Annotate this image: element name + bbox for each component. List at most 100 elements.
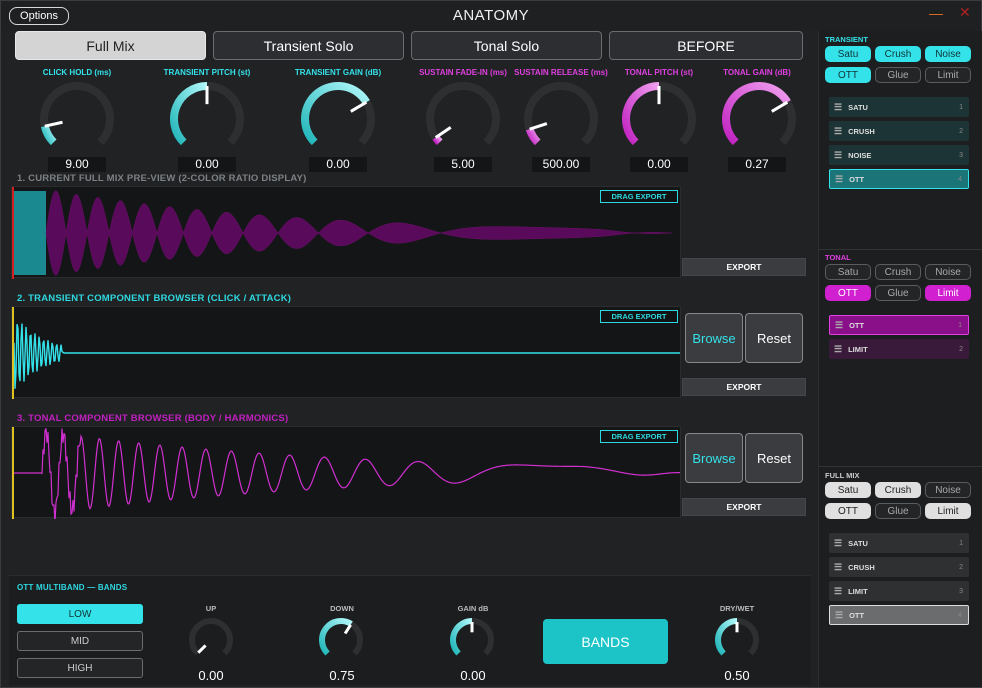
fx-toggle-glue[interactable]: Glue (875, 285, 921, 301)
fx-toggle-crush[interactable]: Crush (875, 264, 921, 280)
band-mid-button[interactable]: MID (17, 631, 143, 651)
transient-block (14, 191, 46, 275)
ott-drywet-value[interactable]: 0.50 (697, 668, 777, 683)
tonal-gain-knob[interactable] (719, 79, 799, 159)
tonal-browse-button[interactable]: Browse (685, 433, 743, 483)
chain-item-label: SATU (848, 538, 868, 548)
ott-gain-value[interactable]: 0.00 (433, 668, 513, 683)
transient-pitch-value[interactable]: 0.00 (178, 157, 236, 172)
click-hold-value[interactable]: 9.00 (48, 157, 106, 172)
start-marker (12, 187, 14, 279)
chain-item-limit[interactable]: ☰ LIMIT 3 (829, 581, 969, 601)
band-high-button[interactable]: HIGH (17, 658, 143, 678)
knob-track (40, 82, 114, 146)
chain-item-noise[interactable]: ☰ NOISE 3 (829, 145, 969, 165)
sustain-release-value[interactable]: 500.00 (532, 157, 590, 172)
fx-toggle-glue[interactable]: Glue (875, 67, 921, 83)
chain-item-index: 4 (958, 175, 962, 183)
drag-handle-icon[interactable]: ☰ (834, 562, 842, 573)
tonal-reset-button[interactable]: Reset (745, 433, 803, 483)
fx-toggle-noise[interactable]: Noise (925, 264, 971, 280)
chain-item-label: NOISE (848, 150, 872, 160)
panel-divider (818, 249, 982, 250)
drag-handle-icon[interactable]: ☰ (834, 126, 842, 137)
fx-toggle-crush[interactable]: Crush (875, 46, 921, 62)
chain-item-index: 1 (959, 539, 963, 547)
close-icon[interactable]: ✕ (959, 4, 971, 21)
ott-up-value[interactable]: 0.00 (171, 668, 251, 683)
full-mix-waveform-panel[interactable] (11, 186, 681, 279)
fx-toggle-limit[interactable]: Limit (925, 285, 971, 301)
knob-pointer (197, 644, 207, 654)
transient-export-button[interactable]: EXPORT (682, 378, 806, 396)
full-mix-drag-export[interactable]: DRAG EXPORT (600, 190, 678, 203)
minimize-icon[interactable]: — (929, 5, 943, 21)
transient-gain-knob[interactable] (298, 79, 378, 159)
drag-handle-icon[interactable]: ☰ (835, 320, 843, 331)
chain-item-crush[interactable]: ☰ CRUSH 2 (829, 121, 969, 141)
chain-item-satu[interactable]: ☰ SATU 1 (829, 533, 969, 553)
tab-before[interactable]: BEFORE (609, 31, 803, 60)
drag-handle-icon[interactable]: ☰ (834, 538, 842, 549)
drag-handle-icon[interactable]: ☰ (834, 150, 842, 161)
knob-fill (319, 618, 353, 656)
chain-item-index: 4 (958, 611, 962, 619)
tonal-export-button[interactable]: EXPORT (682, 498, 806, 516)
chain-item-index: 3 (959, 151, 963, 159)
drag-handle-icon[interactable]: ☰ (834, 586, 842, 597)
sustain-fade-in-knob[interactable] (423, 79, 503, 159)
fx-toggle-noise[interactable]: Noise (925, 482, 971, 498)
tonal-drag-export[interactable]: DRAG EXPORT (600, 430, 678, 443)
transient-pitch-knob[interactable] (167, 79, 247, 159)
chain-item-ott[interactable]: ☰ OTT 4 (829, 169, 969, 189)
ott-down-knob[interactable] (318, 615, 364, 665)
tab-transient-solo[interactable]: Transient Solo (213, 31, 404, 60)
fx-toggle-satu[interactable]: Satu (825, 482, 871, 498)
transient-reset-button[interactable]: Reset (745, 313, 803, 363)
fx-toggle-noise[interactable]: Noise (925, 46, 971, 62)
chain-item-ott[interactable]: ☰ OTT 4 (829, 605, 969, 625)
transient-waveform-panel[interactable] (11, 306, 681, 399)
tonal-gain-value[interactable]: 0.27 (728, 157, 786, 172)
drag-handle-icon[interactable]: ☰ (835, 174, 843, 185)
knob-fill (450, 618, 473, 656)
transient-fx-title: TRANSIENT (825, 35, 868, 44)
transient-browse-button[interactable]: Browse (685, 313, 743, 363)
chain-item-crush[interactable]: ☰ CRUSH 2 (829, 557, 969, 577)
sustain-release-knob[interactable] (521, 79, 601, 159)
band-low-button[interactable]: LOW (17, 604, 143, 624)
fx-toggle-ott[interactable]: OTT (825, 285, 871, 301)
sustain-fade-in-value[interactable]: 5.00 (434, 157, 492, 172)
tonal-section-title: 3. TONAL COMPONENT BROWSER (BODY / HARMO… (17, 413, 289, 424)
fx-toggle-ott[interactable]: OTT (825, 67, 871, 83)
drag-handle-icon[interactable]: ☰ (834, 344, 842, 355)
chain-item-limit[interactable]: ☰ LIMIT 2 (829, 339, 969, 359)
transient-gain-value[interactable]: 0.00 (309, 157, 367, 172)
chain-item-index: 2 (959, 127, 963, 135)
transient-waveform (12, 307, 680, 399)
chain-item-ott[interactable]: ☰ OTT 1 (829, 315, 969, 335)
chain-item-satu[interactable]: ☰ SATU 1 (829, 97, 969, 117)
transient-drag-export[interactable]: DRAG EXPORT (600, 310, 678, 323)
tonal-waveform-panel[interactable] (11, 426, 681, 519)
fx-toggle-crush[interactable]: Crush (875, 482, 921, 498)
ott-down-value[interactable]: 0.75 (302, 668, 382, 683)
tab-tonal-solo[interactable]: Tonal Solo (411, 31, 602, 60)
fx-toggle-limit[interactable]: Limit (925, 67, 971, 83)
fx-toggle-glue[interactable]: Glue (875, 503, 921, 519)
tonal-pitch-value[interactable]: 0.00 (630, 157, 688, 172)
full-mix-export-button[interactable]: EXPORT (682, 258, 806, 276)
fx-toggle-satu[interactable]: Satu (825, 264, 871, 280)
fx-toggle-limit[interactable]: Limit (925, 503, 971, 519)
ott-drywet-knob[interactable] (714, 615, 760, 665)
bands-button[interactable]: BANDS (543, 619, 668, 664)
drag-handle-icon[interactable]: ☰ (834, 102, 842, 113)
tonal-pitch-knob[interactable] (619, 79, 699, 159)
ott-gain-knob[interactable] (449, 615, 495, 665)
fx-toggle-satu[interactable]: Satu (825, 46, 871, 62)
ott-up-knob[interactable] (188, 615, 234, 665)
fx-toggle-ott[interactable]: OTT (825, 503, 871, 519)
click-hold-knob[interactable] (37, 79, 117, 159)
drag-handle-icon[interactable]: ☰ (835, 610, 843, 621)
tab-full-mix[interactable]: Full Mix (15, 31, 206, 60)
